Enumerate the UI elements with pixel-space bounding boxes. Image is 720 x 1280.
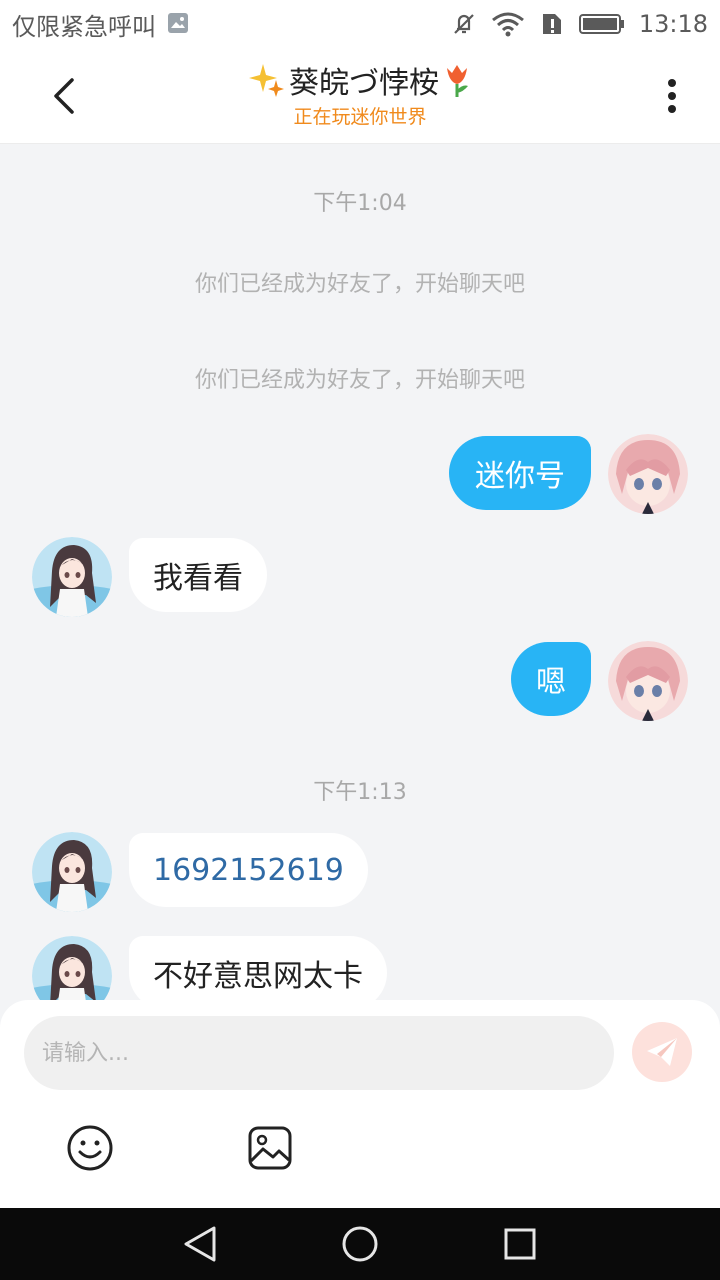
contact-avatar[interactable] [32, 537, 112, 617]
message-input[interactable] [24, 1016, 614, 1090]
system-nav-bar [0, 1208, 720, 1280]
message-bubble-received[interactable]: 1692152619 [129, 833, 368, 907]
contact-avatar[interactable] [32, 936, 112, 1000]
message-text: 我看看 [153, 561, 243, 596]
timestamp: 下午1:13 [313, 780, 407, 805]
tulip-icon [447, 65, 468, 97]
nav-home-button[interactable] [340, 1224, 380, 1264]
message-bubble-sent[interactable]: 嗯 [511, 642, 591, 716]
status-bar: 仅限紧急呼叫 13:18 [0, 0, 720, 48]
message-list[interactable]: 下午1:04 你们已经成为好友了，开始聊天吧 你们已经成为好友了，开始聊天吧 迷… [0, 144, 720, 1000]
my-avatar[interactable] [608, 641, 688, 721]
mute-icon [451, 11, 477, 37]
contact-info[interactable]: 葵皖づ悖桉 正在玩迷你世界 [160, 60, 560, 129]
sparkle-icon [249, 64, 284, 97]
more-options-button[interactable] [652, 72, 692, 120]
battery-icon [578, 11, 625, 37]
send-button[interactable] [632, 1022, 692, 1082]
contact-avatar[interactable] [32, 832, 112, 912]
message-text: 不好意思网太卡 [153, 959, 363, 994]
smiley-icon [67, 1125, 113, 1171]
system-message: 你们已经成为好友了，开始聊天吧 [194, 368, 525, 393]
image-icon [248, 1126, 292, 1170]
contact-name: 葵皖づ悖桉 [289, 66, 439, 101]
message-bubble-received[interactable]: 我看看 [129, 538, 267, 612]
message-text: 嗯 [536, 665, 566, 700]
chevron-left-icon [54, 78, 74, 114]
square-recents-icon [504, 1228, 536, 1260]
circle-home-icon [342, 1226, 378, 1262]
paper-plane-icon [647, 1038, 677, 1066]
image-button[interactable] [246, 1124, 294, 1172]
carrier-text: 仅限紧急呼叫 [12, 12, 156, 41]
sim-alert-icon [539, 11, 565, 37]
triangle-back-icon [184, 1226, 216, 1262]
timestamp: 下午1:04 [313, 191, 407, 216]
contact-status: 正在玩迷你世界 [293, 106, 427, 128]
my-avatar[interactable] [608, 434, 688, 514]
emoji-button[interactable] [66, 1124, 114, 1172]
composer [0, 1000, 720, 1208]
clock: 13:18 [638, 10, 708, 38]
message-link-number[interactable]: 1692152619 [153, 853, 344, 888]
vertical-ellipsis-icon [668, 79, 676, 113]
image-notification-icon [166, 11, 192, 37]
message-bubble-received[interactable]: 不好意思网太卡 [129, 936, 387, 1000]
message-text: 迷你号 [475, 459, 565, 494]
wifi-icon [491, 11, 525, 37]
chat-header: 葵皖づ悖桉 正在玩迷你世界 [0, 48, 720, 144]
message-bubble-sent[interactable]: 迷你号 [449, 436, 591, 510]
nav-back-button[interactable] [180, 1224, 220, 1264]
nav-recents-button[interactable] [500, 1224, 540, 1264]
back-button[interactable] [40, 72, 88, 120]
system-message: 你们已经成为好友了，开始聊天吧 [194, 272, 525, 297]
